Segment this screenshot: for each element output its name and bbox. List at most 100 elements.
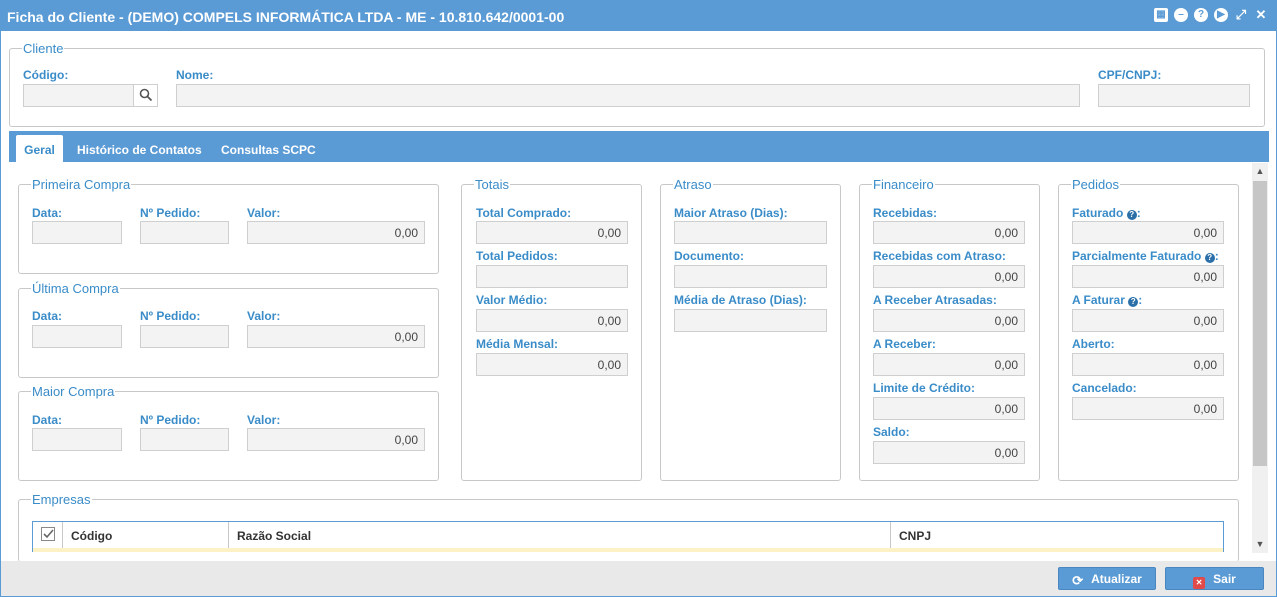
valor-medio-label: Valor Médio: <box>476 293 548 307</box>
tab-historico-contatos[interactable]: Histórico de Contatos <box>77 135 202 162</box>
recebidas-atraso-input[interactable]: 0,00 <box>873 265 1025 288</box>
a-receber-label: A Receber: <box>873 337 936 351</box>
total-comprado-label: Total Comprado: <box>476 206 572 220</box>
search-button[interactable] <box>133 84 158 107</box>
ultima-compra-legend: Última Compra <box>32 281 119 296</box>
primeira-compra-legend: Primeira Compra <box>32 177 131 192</box>
select-all-checkbox[interactable] <box>33 522 63 548</box>
table-row[interactable] <box>33 548 1223 552</box>
primeira-valor-input[interactable]: 0,00 <box>247 221 425 244</box>
a-receber-input[interactable]: 0,00 <box>873 353 1025 376</box>
window-controls: ▦ – ? ▶ ⤢ ✕ <box>1154 8 1268 22</box>
refresh-icon: ⟳ <box>1072 573 1084 588</box>
empresas-legend: Empresas <box>32 492 91 507</box>
saldo-input[interactable]: 0,00 <box>873 441 1025 464</box>
column-header-cnpj[interactable]: CNPJ <box>891 522 1223 548</box>
help-circle-icon[interactable]: ? <box>1128 297 1139 307</box>
primeira-pedido-input[interactable] <box>140 221 229 244</box>
saldo-label: Saldo: <box>873 425 910 439</box>
minimize-icon[interactable]: – <box>1174 8 1188 22</box>
faturado-label-wrap: Faturado ?: <box>1072 206 1141 220</box>
media-atraso-label: Média de Atraso (Dias): <box>674 293 807 307</box>
cancelado-input[interactable]: 0,00 <box>1072 397 1224 420</box>
aberto-input[interactable]: 0,00 <box>1072 353 1224 376</box>
scroll-down-icon[interactable]: ▼ <box>1252 539 1268 549</box>
footer-bar: ⟳ Atualizar ✕ Sair <box>1 561 1276 596</box>
a-faturar-input[interactable]: 0,00 <box>1072 309 1224 332</box>
pedidos-legend: Pedidos <box>1072 177 1119 192</box>
maximize-icon[interactable]: ⤢ <box>1234 8 1248 22</box>
maior-valor-label: Valor: <box>247 413 281 427</box>
faturado-input[interactable]: 0,00 <box>1072 221 1224 244</box>
total-comprado-input[interactable]: 0,00 <box>476 221 628 244</box>
nome-input[interactable] <box>176 84 1080 107</box>
cpf-input[interactable] <box>1098 84 1250 107</box>
sair-label: Sair <box>1213 572 1236 586</box>
documento-input[interactable] <box>674 265 827 288</box>
codigo-label: Código: <box>23 68 69 82</box>
ultima-data-input[interactable] <box>32 325 122 348</box>
primeira-valor-label: Valor: <box>247 206 281 220</box>
ultima-pedido-input[interactable] <box>140 325 229 348</box>
maior-atraso-input[interactable] <box>674 221 827 244</box>
documento-label: Documento: <box>674 249 744 263</box>
primeira-data-label: Data: <box>32 206 63 220</box>
cancelado-label: Cancelado: <box>1072 381 1137 395</box>
exit-icon: ✕ <box>1193 577 1206 589</box>
media-mensal-input[interactable]: 0,00 <box>476 353 628 376</box>
cpf-label: CPF/CNPJ: <box>1098 68 1162 82</box>
recebidas-input[interactable]: 0,00 <box>873 221 1025 244</box>
limite-credito-input[interactable]: 0,00 <box>873 397 1025 420</box>
atualizar-button[interactable]: ⟳ Atualizar <box>1058 567 1156 590</box>
maior-pedido-label: Nº Pedido: <box>140 413 201 427</box>
recebidas-atraso-label: Recebidas com Atraso: <box>873 249 1006 263</box>
help-icon[interactable]: ? <box>1194 8 1208 22</box>
scroll-up-icon[interactable]: ▲ <box>1252 166 1268 176</box>
search-icon <box>139 88 152 102</box>
media-atraso-input[interactable] <box>674 309 827 332</box>
aberto-label: Aberto: <box>1072 337 1115 351</box>
window-title: Ficha do Cliente - (DEMO) COMPELS INFORM… <box>7 9 565 25</box>
a-faturar-label: A Faturar <box>1072 293 1125 307</box>
maior-atraso-label: Maior Atraso (Dias): <box>674 206 788 220</box>
tab-geral[interactable]: Geral <box>16 135 63 162</box>
title-bar: Ficha do Cliente - (DEMO) COMPELS INFORM… <box>1 1 1276 31</box>
tab-consultas-scpc[interactable]: Consultas SCPC <box>221 135 316 162</box>
parcialmente-faturado-input[interactable]: 0,00 <box>1072 265 1224 288</box>
faturado-label: Faturado <box>1072 206 1124 220</box>
a-receber-atrasadas-input[interactable]: 0,00 <box>873 309 1025 332</box>
maior-data-label: Data: <box>32 413 63 427</box>
ultima-data-label: Data: <box>32 309 63 323</box>
help-circle-icon[interactable]: ? <box>1126 210 1137 220</box>
totais-legend: Totais <box>475 177 509 192</box>
a-faturar-colon: : <box>1138 293 1143 307</box>
a-receber-atrasadas-label: A Receber Atrasadas: <box>873 293 997 307</box>
primeira-pedido-label: Nº Pedido: <box>140 206 201 220</box>
nome-label: Nome: <box>176 68 214 82</box>
atraso-legend: Atraso <box>674 177 712 192</box>
maior-data-input[interactable] <box>32 428 122 451</box>
column-header-razao-social[interactable]: Razão Social <box>229 522 891 548</box>
parcialmente-faturado-label-wrap: Parcialmente Faturado ?: <box>1072 249 1219 263</box>
total-pedidos-label: Total Pedidos: <box>476 249 558 263</box>
valor-medio-input[interactable]: 0,00 <box>476 309 628 332</box>
ultima-valor-input[interactable]: 0,00 <box>247 325 425 348</box>
parcialmente-faturado-label: Parcialmente Faturado <box>1072 249 1202 263</box>
cliente-legend: Cliente <box>23 41 64 56</box>
primeira-data-input[interactable] <box>32 221 122 244</box>
codigo-input[interactable] <box>23 84 134 107</box>
close-icon[interactable]: ✕ <box>1254 8 1268 22</box>
sair-button[interactable]: ✕ Sair <box>1165 567 1264 590</box>
scrollbar-thumb[interactable] <box>1253 181 1267 466</box>
calendar-icon[interactable]: ▦ <box>1154 8 1168 22</box>
media-mensal-label: Média Mensal: <box>476 337 559 351</box>
play-icon[interactable]: ▶ <box>1214 8 1228 22</box>
total-pedidos-input[interactable] <box>476 265 628 288</box>
maior-pedido-input[interactable] <box>140 428 229 451</box>
column-header-codigo[interactable]: Código <box>63 522 229 548</box>
maior-valor-input[interactable]: 0,00 <box>247 428 425 451</box>
vertical-scrollbar[interactable]: ▲ ▼ <box>1252 163 1268 553</box>
empresas-table: Código Razão Social CNPJ <box>32 521 1224 552</box>
checkbox-icon <box>41 527 55 541</box>
help-circle-icon[interactable]: ? <box>1204 253 1215 263</box>
